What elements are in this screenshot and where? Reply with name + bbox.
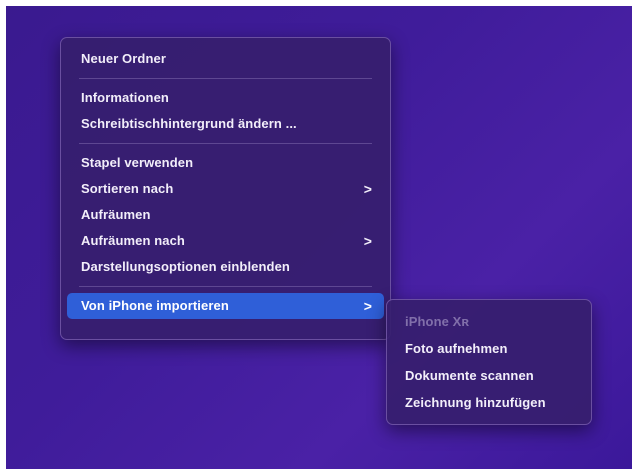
chevron-right-icon: > (363, 233, 372, 249)
desktop-background[interactable]: Neuer Ordner Informationen Schreibtischh… (6, 6, 632, 469)
menu-separator (79, 286, 372, 287)
menu-item-clean-up[interactable]: Aufräumen (67, 202, 384, 228)
menu-item-use-stacks[interactable]: Stapel verwenden (67, 150, 384, 176)
menu-item-label: Dokumente scannen (405, 368, 534, 383)
chevron-right-icon: > (363, 298, 372, 314)
menu-item-get-info[interactable]: Informationen (67, 85, 384, 111)
menu-item-clean-up-by[interactable]: Aufräumen nach > (67, 228, 384, 254)
menu-item-show-view-options[interactable]: Darstellungsoptionen einblenden (67, 254, 384, 280)
menu-item-label: Zeichnung hinzufügen (405, 395, 546, 410)
menu-separator (79, 143, 372, 144)
menu-item-label: Aufräumen (81, 207, 151, 222)
menu-item-import-from-iphone[interactable]: Von iPhone importieren > (67, 293, 384, 319)
menu-item-label: Schreibtischhintergrund ändern ... (81, 116, 297, 131)
menu-item-change-wallpaper[interactable]: Schreibtischhintergrund ändern ... (67, 111, 384, 137)
submenu-device-header: iPhone Xʀ (405, 314, 470, 329)
menu-item-label: Foto aufnehmen (405, 341, 508, 356)
menu-item-label: Informationen (81, 90, 169, 105)
submenu-item-take-photo[interactable]: Foto aufnehmen (393, 335, 585, 362)
desktop-context-menu: Neuer Ordner Informationen Schreibtischh… (60, 37, 391, 340)
menu-item-label: Stapel verwenden (81, 155, 194, 170)
submenu-item-add-sketch[interactable]: Zeichnung hinzufügen (393, 389, 585, 416)
import-from-iphone-submenu: iPhone Xʀ Foto aufnehmen Dokumente scann… (386, 299, 592, 425)
submenu-item-scan-documents[interactable]: Dokumente scannen (393, 362, 585, 389)
menu-item-label: Sortieren nach (81, 181, 174, 196)
menu-item-new-folder[interactable]: Neuer Ordner (67, 46, 384, 72)
menu-item-label: Neuer Ordner (81, 51, 167, 66)
menu-item-label: Von iPhone importieren (81, 298, 229, 313)
chevron-right-icon: > (363, 181, 372, 197)
menu-item-label: Darstellungsoptionen einblenden (81, 259, 290, 274)
menu-item-label: Aufräumen nach (81, 233, 185, 248)
menu-item-sort-by[interactable]: Sortieren nach > (67, 176, 384, 202)
menu-separator (79, 78, 372, 79)
